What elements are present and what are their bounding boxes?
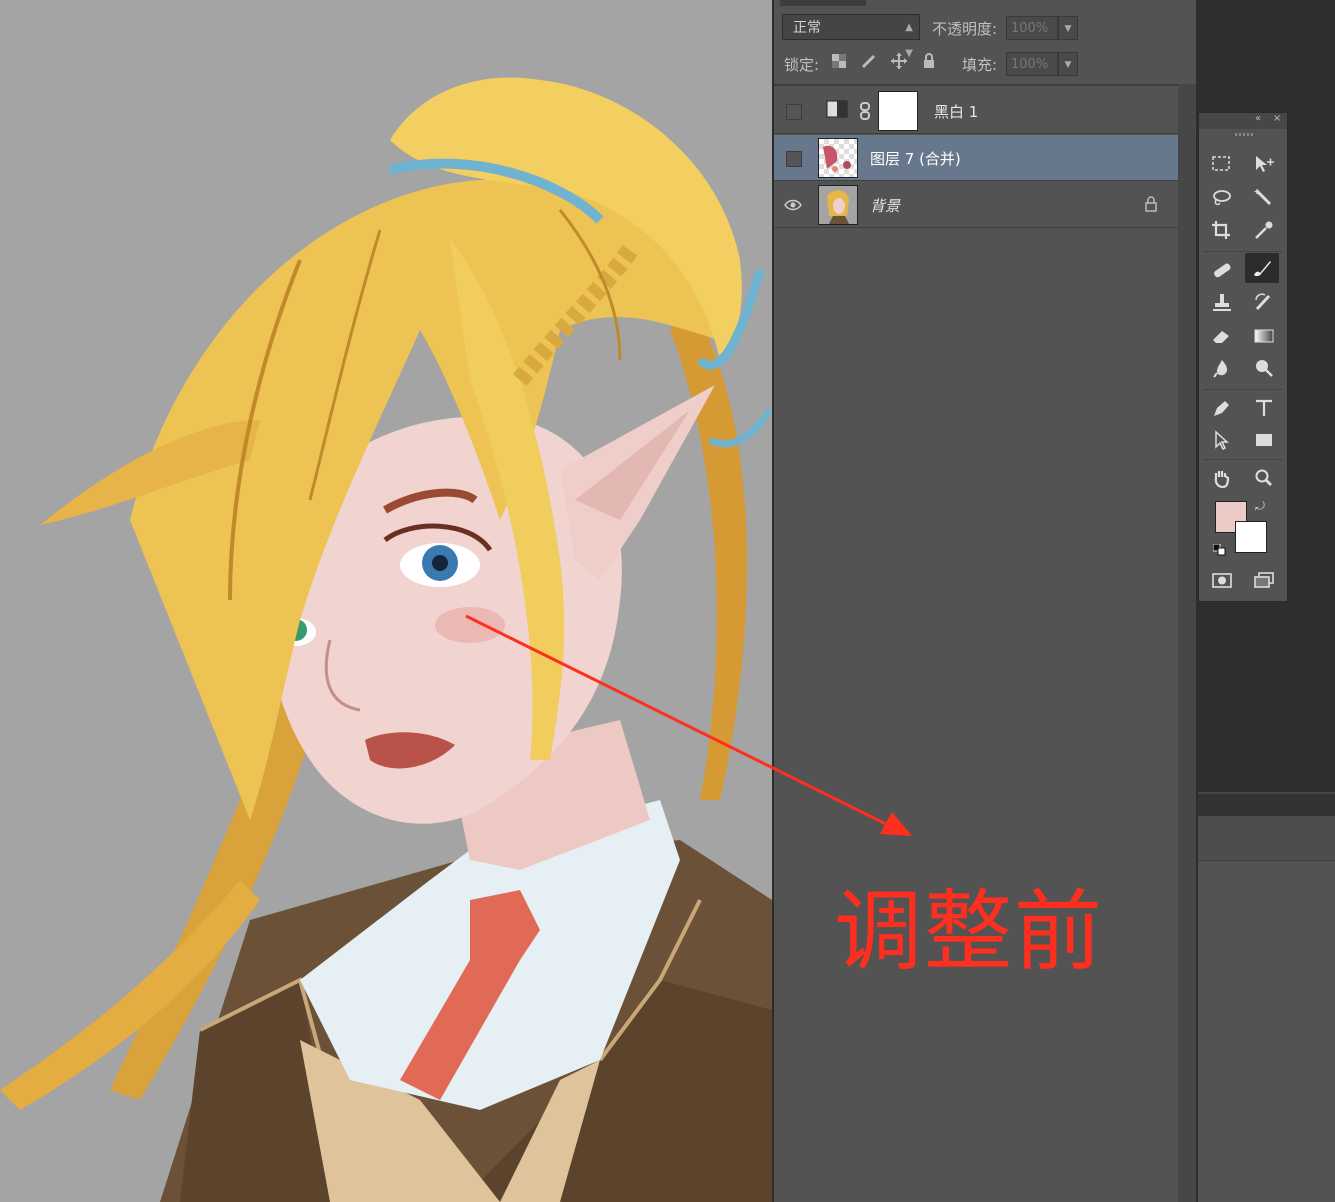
eyedropper-icon[interactable] (1247, 215, 1281, 245)
toolbox-divider (1203, 251, 1283, 252)
blend-mode-select[interactable]: 正常 ▲ ▼ (782, 14, 920, 59)
move-icon[interactable] (1247, 149, 1281, 179)
screen-mode-icon[interactable] (1247, 565, 1281, 595)
gradient-icon[interactable] (1247, 321, 1281, 351)
panel-scrollbar[interactable] (1178, 84, 1196, 1202)
layer-thumbnail[interactable] (818, 185, 858, 225)
adjustment-layer-icon (824, 96, 850, 122)
lasso-icon[interactable] (1205, 183, 1239, 213)
lock-label: 锁定: (784, 56, 820, 74)
eraser-icon[interactable] (1205, 321, 1239, 351)
panel-divider (774, 84, 1196, 86)
dodge-icon[interactable] (1247, 353, 1281, 383)
layer-row-adjustment[interactable]: 黑白 1 (774, 88, 1178, 134)
lock-pixels-icon[interactable] (860, 52, 878, 70)
layers-panel: 正常 ▲▼ 不透明度: 100% ▼ 锁定: 填充: 100% ▼ 黑白 1 (772, 0, 1196, 1202)
lock-transparency-icon[interactable] (830, 52, 848, 70)
toolbox-divider (1203, 459, 1283, 460)
history-brush-icon[interactable] (1247, 287, 1281, 317)
layer-thumbnail[interactable] (818, 138, 858, 178)
magic-wand-icon[interactable] (1247, 183, 1281, 213)
quick-mask-icon[interactable] (1205, 565, 1239, 595)
brush-icon[interactable] (1245, 253, 1279, 283)
default-colors-icon[interactable] (1212, 541, 1227, 560)
artwork-illustration (0, 77, 772, 1202)
layer-row-merged[interactable]: 图层 7 (合并) (774, 135, 1178, 181)
layer-mask-thumbnail[interactable] (878, 91, 918, 131)
link-chain-icon[interactable] (858, 102, 872, 120)
fill-input[interactable]: 100% (1006, 52, 1058, 76)
lock-all-icon[interactable] (920, 52, 938, 70)
background-color-swatch[interactable] (1235, 521, 1267, 553)
panel-dock-divider (1198, 792, 1335, 816)
pen-icon[interactable] (1205, 393, 1239, 423)
docked-panel-header (1198, 816, 1335, 861)
lock-icon (1144, 196, 1158, 216)
toolbox-divider (1203, 389, 1283, 390)
type-icon[interactable] (1247, 393, 1281, 423)
toolbox-header: « × (1199, 113, 1287, 129)
fill-dropdown-icon[interactable]: ▼ (1058, 52, 1078, 76)
annotation-label: 调整前 (834, 880, 1105, 983)
stamp-icon[interactable] (1205, 287, 1239, 317)
rectangle-icon[interactable] (1247, 425, 1281, 455)
hand-icon[interactable] (1205, 463, 1239, 493)
grip-handle[interactable] (1235, 133, 1255, 136)
blend-mode-value: 正常 (793, 20, 821, 36)
panel-tab-edge (780, 0, 866, 6)
close-icon[interactable]: × (1273, 113, 1281, 124)
docked-panel (1198, 816, 1335, 1202)
eye-icon[interactable] (784, 196, 802, 214)
path-select-icon[interactable] (1205, 425, 1239, 455)
lock-position-icon[interactable] (890, 52, 908, 70)
marquee-icon[interactable] (1205, 149, 1239, 179)
crop-icon[interactable] (1205, 215, 1239, 245)
swap-colors-icon[interactable]: ⤾ (1255, 499, 1265, 514)
layer-name: 背景 (870, 197, 901, 215)
layer-name: 图层 7 (合并) (870, 150, 961, 168)
layer-name: 黑白 1 (934, 103, 979, 121)
opacity-label: 不透明度: (932, 20, 998, 38)
tools-panel: « × ⤾ (1198, 112, 1288, 602)
collapse-icon[interactable]: « (1255, 113, 1261, 124)
blur-icon[interactable] (1205, 353, 1239, 383)
visibility-toggle[interactable] (786, 151, 802, 167)
fill-label: 填充: (962, 56, 998, 74)
visibility-toggle[interactable] (786, 104, 802, 120)
document-canvas[interactable] (0, 0, 772, 1202)
layer-row-background[interactable]: 背景 (774, 182, 1178, 228)
healing-brush-icon[interactable] (1205, 255, 1239, 285)
zoom-icon[interactable] (1247, 463, 1281, 493)
opacity-input[interactable]: 100% (1006, 16, 1058, 40)
opacity-dropdown-icon[interactable]: ▼ (1058, 16, 1078, 40)
